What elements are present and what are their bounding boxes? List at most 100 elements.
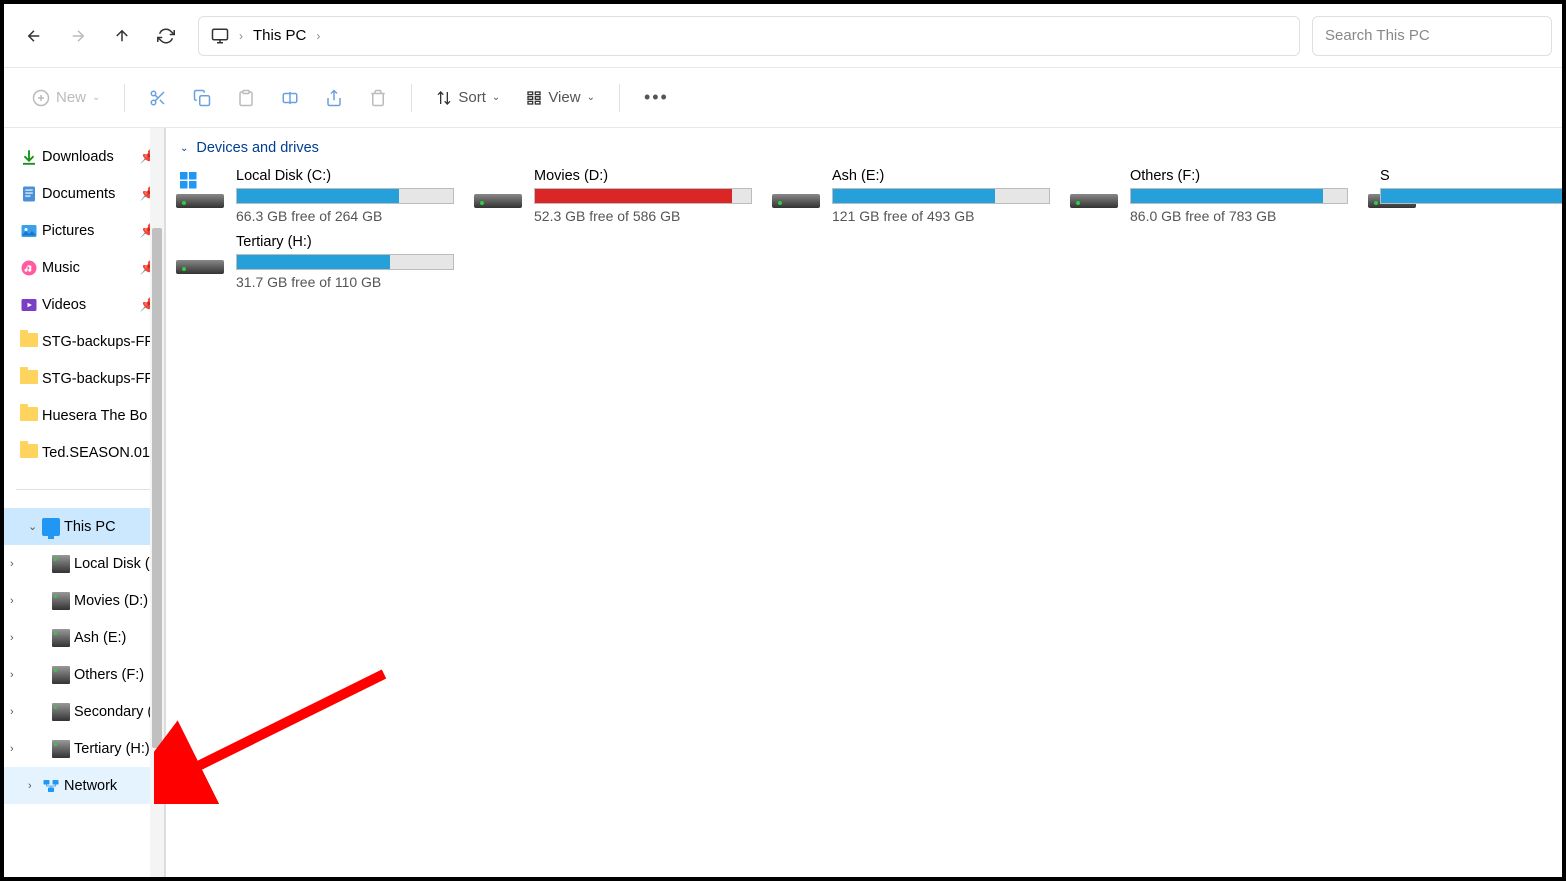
drive-icon (52, 555, 70, 573)
drive-usage-bar (236, 254, 454, 270)
rename-button[interactable] (271, 78, 309, 118)
drive-icon (52, 740, 70, 758)
document-icon (20, 185, 38, 203)
sidebar-item-drive[interactable]: ›Local Disk (C:) (4, 545, 164, 582)
paste-button[interactable] (227, 78, 265, 118)
drive-icon (52, 703, 70, 721)
refresh-button[interactable] (146, 16, 186, 56)
drive-item[interactable]: Tertiary (H:) 31.7 GB free of 110 GB (176, 234, 456, 290)
drive-free-text: 31.7 GB free of 110 GB (236, 274, 456, 290)
view-button[interactable]: View ⌄ (516, 78, 605, 118)
sidebar-item-drive[interactable]: ›Movies (D:) (4, 582, 164, 619)
sidebar-item-ted-season-01-[interactable]: Ted.SEASON.01. (4, 434, 164, 471)
sidebar-item-documents[interactable]: Documents📌 (4, 175, 164, 212)
sidebar-item-huesera-the-bo[interactable]: Huesera The Bo (4, 397, 164, 434)
chevron-right-icon: › (10, 743, 14, 755)
address-bar: › This PC › Search This PC (4, 4, 1562, 68)
rename-icon (281, 89, 299, 107)
breadcrumb[interactable]: › This PC › (198, 16, 1300, 56)
back-button[interactable] (14, 16, 54, 56)
ellipsis-icon: ••• (644, 87, 669, 108)
drive-usage-bar (832, 188, 1050, 204)
new-button[interactable]: New ⌄ (22, 78, 110, 118)
group-header[interactable]: ⌄ Devices and drives (176, 140, 1562, 156)
search-input[interactable]: Search This PC (1312, 16, 1552, 56)
drive-name: Tertiary (H:) (236, 234, 456, 250)
separator (16, 489, 152, 490)
drive-item[interactable]: Ash (E:) 121 GB free of 493 GB (772, 168, 1052, 224)
drive-icon (52, 629, 70, 647)
paste-icon (237, 89, 255, 107)
drive-name: Ash (E:) (832, 168, 1052, 184)
chevron-right-icon: › (10, 632, 14, 644)
drive-icon (474, 172, 522, 208)
drive-name: S (1380, 168, 1562, 184)
sidebar-item-drive[interactable]: ›Ash (E:) (4, 619, 164, 656)
chevron-right-icon: › (10, 669, 14, 681)
sidebar: Downloads📌Documents📌Pictures📌Music📌Video… (4, 128, 166, 877)
separator (124, 84, 125, 112)
drive-usage-bar (1130, 188, 1348, 204)
copy-button[interactable] (183, 78, 221, 118)
more-button[interactable]: ••• (634, 78, 679, 118)
drive-usage-bar (236, 188, 454, 204)
drive-icon (176, 238, 224, 274)
folder-icon (20, 407, 38, 425)
sidebar-item-downloads[interactable]: Downloads📌 (4, 138, 164, 175)
chevron-down-icon: ⌄ (492, 92, 500, 103)
sidebar-item-drive[interactable]: ›Secondary (G:) (4, 693, 164, 730)
folder-icon (20, 333, 38, 351)
sidebar-item-stg-backups-ff[interactable]: STG-backups-FF (4, 323, 164, 360)
sidebar-item-pictures[interactable]: Pictures📌 (4, 212, 164, 249)
sidebar-item-this-pc[interactable]: ⌄ This PC (4, 508, 164, 545)
network-icon (42, 777, 60, 795)
toolbar: New ⌄ Sort ⌄ View ⌄ ••• (4, 68, 1562, 128)
chevron-down-icon: ⌄ (92, 92, 100, 103)
drive-item[interactable]: S (1368, 168, 1428, 224)
up-button[interactable] (102, 16, 142, 56)
drive-icon (52, 666, 70, 684)
view-icon (526, 90, 542, 106)
music-icon (20, 259, 38, 277)
folder-icon (20, 370, 38, 388)
separator (619, 84, 620, 112)
drive-icon (772, 172, 820, 208)
forward-button[interactable] (58, 16, 98, 56)
chevron-right-icon: › (239, 29, 243, 43)
sidebar-item-drive[interactable]: ›Tertiary (H:) (4, 730, 164, 767)
breadcrumb-current[interactable]: This PC (253, 27, 306, 44)
drive-free-text: 121 GB free of 493 GB (832, 208, 1052, 224)
pictures-icon (20, 222, 38, 240)
drive-item[interactable]: Others (F:)86.0 GB free of 783 GB (1070, 168, 1350, 224)
content-pane: ⌄ Devices and drives Local Disk (C:)66.3… (166, 128, 1562, 877)
sort-button[interactable]: Sort ⌄ (426, 78, 510, 118)
drive-item[interactable]: Movies (D:) 52.3 GB free of 586 GB (474, 168, 754, 224)
share-button[interactable] (315, 78, 353, 118)
copy-icon (193, 89, 211, 107)
drive-free-text: 52.3 GB free of 586 GB (534, 208, 754, 224)
cut-icon (149, 89, 167, 107)
sidebar-item-stg-backups-ff[interactable]: STG-backups-FF (4, 360, 164, 397)
separator (411, 84, 412, 112)
chevron-right-icon: › (28, 780, 32, 792)
scrollbar[interactable] (150, 128, 164, 877)
monitor-icon (42, 518, 60, 536)
folder-icon (20, 444, 38, 462)
drive-free-text: 66.3 GB free of 264 GB (236, 208, 456, 224)
plus-circle-icon (32, 89, 50, 107)
sidebar-item-drive[interactable]: ›Others (F:) (4, 656, 164, 693)
share-icon (325, 89, 343, 107)
sidebar-item-videos[interactable]: Videos📌 (4, 286, 164, 323)
sort-icon (436, 90, 452, 106)
drive-name: Movies (D:) (534, 168, 754, 184)
drive-item[interactable]: Local Disk (C:)66.3 GB free of 264 GB (176, 168, 456, 224)
download-icon (20, 148, 38, 166)
drive-usage-bar (1380, 188, 1562, 204)
sidebar-item-music[interactable]: Music📌 (4, 249, 164, 286)
cut-button[interactable] (139, 78, 177, 118)
trash-icon (369, 89, 387, 107)
chevron-right-icon: › (10, 595, 14, 607)
drive-usage-bar (534, 188, 752, 204)
sidebar-item-network[interactable]: › Network (4, 767, 164, 804)
delete-button[interactable] (359, 78, 397, 118)
